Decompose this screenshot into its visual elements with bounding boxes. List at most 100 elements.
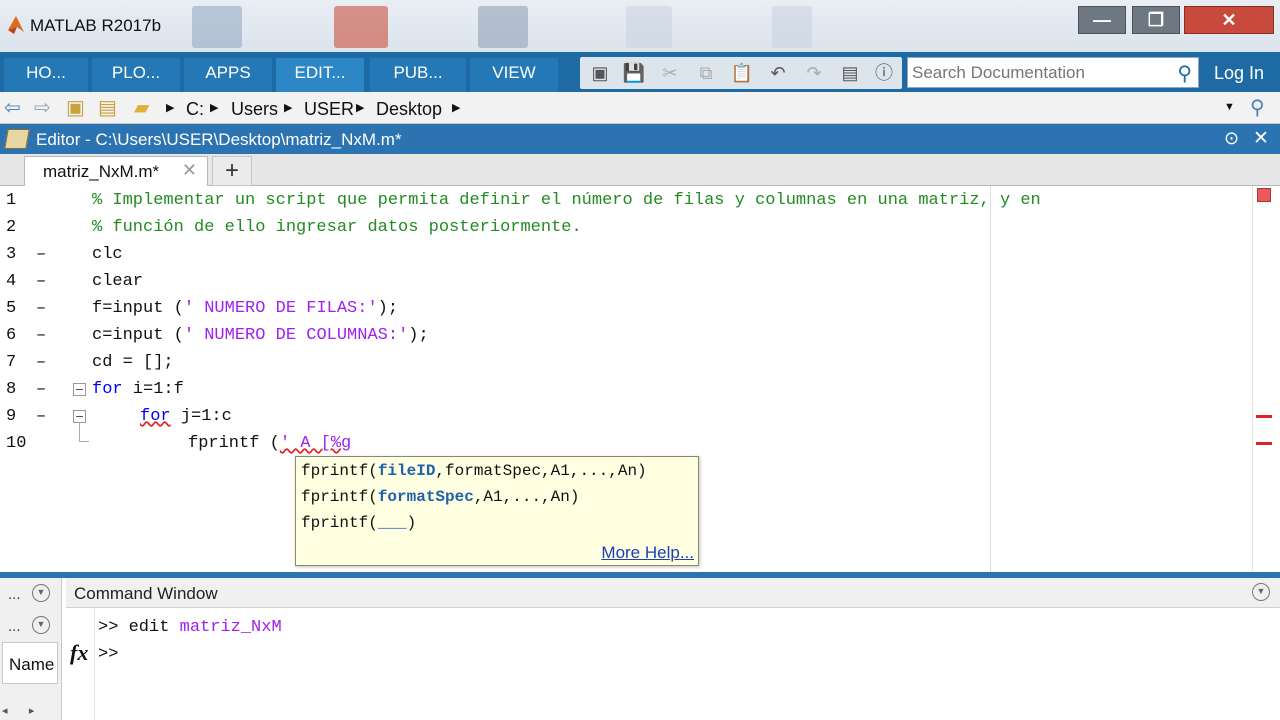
- panel-menu-icon[interactable]: ⊙: [1224, 128, 1239, 149]
- signature-arg: fileID: [377, 462, 436, 480]
- breakpoint-dash[interactable]: –: [36, 407, 46, 426]
- panel-menu-icon[interactable]: ▼: [32, 584, 50, 602]
- function-signature[interactable]: fprintf(___): [301, 514, 416, 532]
- line-number-gutter: 1 2 3 4 5 6 7 8 9 10 – – – – – – –: [0, 186, 70, 572]
- error-indicator-icon[interactable]: [1257, 188, 1271, 202]
- search-documentation-box[interactable]: ⚲: [907, 57, 1199, 88]
- path-segment[interactable]: Desktop: [376, 99, 442, 120]
- name-column-header[interactable]: Name: [2, 642, 58, 684]
- background-window-blur: [626, 6, 672, 48]
- paste-icon[interactable]: 📋: [730, 61, 754, 85]
- name-header-label: Name: [9, 655, 55, 674]
- code-fold-toggle[interactable]: [73, 410, 86, 423]
- code-line: % función de ello ingresar datos posteri…: [92, 218, 582, 237]
- command-window[interactable]: fx >> edit matriz_NxM >>: [66, 608, 1280, 720]
- code-string: ' A [%g: [279, 434, 352, 453]
- code-line: for j=1:c: [140, 407, 232, 426]
- file-tab-label: matriz_NxM.m*: [43, 162, 160, 181]
- tab-publish[interactable]: PUB...: [370, 58, 466, 92]
- workspace-panel: ... ▼ ... ▼ Name ◂ ▸: [0, 578, 62, 720]
- background-window-blur: [478, 6, 528, 48]
- panel-menu-icon[interactable]: ▼: [32, 616, 50, 634]
- save-icon[interactable]: 💾: [622, 61, 646, 85]
- redo-icon[interactable]: ↷: [802, 61, 826, 85]
- dropdown-arrow-icon[interactable]: ▼: [1224, 101, 1235, 113]
- browse-folder-icon[interactable]: ▤: [98, 97, 117, 119]
- code-line: for i=1:f: [92, 380, 184, 399]
- tab-view[interactable]: VIEW: [470, 58, 558, 92]
- help-icon[interactable]: ⓘ: [872, 61, 896, 85]
- login-link[interactable]: Log In: [1214, 63, 1264, 84]
- more-help-link[interactable]: More Help...: [601, 543, 694, 563]
- path-segment[interactable]: USER: [304, 99, 354, 120]
- breakpoint-dash[interactable]: –: [36, 380, 46, 399]
- message-bar[interactable]: [1252, 186, 1280, 572]
- signature-arg: ___: [377, 514, 407, 532]
- editor-pencil-icon: [4, 129, 30, 149]
- undo-icon[interactable]: ↶: [766, 61, 790, 85]
- breakpoint-dash[interactable]: –: [36, 299, 46, 318]
- tab-home[interactable]: HO...: [4, 58, 88, 92]
- maximize-button[interactable]: ❐: [1132, 6, 1180, 34]
- editor-tab-bar: matriz_NxM.m* ✕ +: [0, 154, 1280, 186]
- chevron-right-icon: ▶: [356, 102, 365, 114]
- forward-arrow-icon[interactable]: ⇨: [34, 97, 51, 119]
- line-number: 2: [6, 218, 17, 237]
- command-window-header: Command Window ▼: [66, 578, 1280, 608]
- up-folder-icon[interactable]: ▣: [66, 97, 85, 119]
- breakpoint-dash[interactable]: –: [36, 272, 46, 291]
- background-window-blur: [334, 6, 388, 48]
- panel-more-label[interactable]: ...: [8, 618, 21, 635]
- command-argument: matriz_NxM: [179, 618, 282, 637]
- search-icon[interactable]: ⚲: [1177, 61, 1192, 86]
- file-tab-matriz[interactable]: matriz_NxM.m* ✕: [24, 156, 208, 186]
- copy-icon[interactable]: ⧉: [694, 61, 718, 85]
- line-number: 10: [6, 434, 27, 453]
- code-line: c=input (' NUMERO DE COLUMNAS:');: [92, 326, 429, 345]
- tab-apps[interactable]: APPS: [184, 58, 272, 92]
- ribbon-tab-strip: HO... PLO... APPS EDIT... PUB... VIEW ▣ …: [0, 52, 1280, 92]
- error-marker[interactable]: [1256, 442, 1272, 445]
- tab-plots[interactable]: PLO...: [92, 58, 180, 92]
- tab-editor[interactable]: EDIT...: [276, 58, 364, 92]
- breakpoint-dash[interactable]: –: [36, 245, 46, 264]
- search-folder-icon[interactable]: ⚲: [1250, 97, 1265, 119]
- function-browser-icon[interactable]: fx: [70, 640, 88, 666]
- code-string: ' NUMERO DE COLUMNAS:': [183, 326, 409, 345]
- path-segment[interactable]: C:: [186, 99, 204, 120]
- cut-icon[interactable]: ✂: [658, 61, 682, 85]
- code-text: i=1:f: [122, 380, 184, 399]
- path-segment[interactable]: Users: [231, 99, 278, 120]
- code-text: );: [408, 326, 429, 345]
- signature-rest: ): [406, 514, 417, 532]
- close-icon[interactable]: ✕: [1253, 127, 1269, 150]
- breakpoint-dash[interactable]: –: [36, 326, 46, 345]
- close-window-button[interactable]: ✕: [1184, 6, 1274, 34]
- error-marker[interactable]: [1256, 415, 1272, 418]
- breakpoint-dash[interactable]: –: [36, 353, 46, 372]
- function-signature[interactable]: fprintf(formatSpec,A1,...,An): [301, 488, 579, 506]
- add-tab-button[interactable]: +: [212, 156, 252, 186]
- code-text: f=input (: [92, 299, 184, 318]
- panel-more-label[interactable]: ...: [8, 586, 21, 603]
- signature-arg: formatSpec: [377, 488, 474, 506]
- title-bar: MATLAB R2017b — ❐ ✕: [0, 0, 1280, 52]
- back-arrow-icon[interactable]: ⇦: [4, 97, 21, 119]
- code-fold-toggle[interactable]: [73, 383, 86, 396]
- search-input[interactable]: [912, 63, 1162, 83]
- signature-name: fprintf(: [301, 488, 378, 506]
- close-tab-icon[interactable]: ✕: [182, 160, 197, 181]
- panel-menu-icon[interactable]: ▼: [1252, 583, 1270, 601]
- function-signature[interactable]: fprintf(fileID,formatSpec,A1,...,An): [301, 462, 647, 480]
- editor-title: Editor - C:\Users\USER\Desktop\matriz_Nx…: [36, 130, 402, 149]
- code-line: cd = [];: [92, 353, 174, 372]
- minimize-button[interactable]: —: [1078, 6, 1126, 34]
- code-line: clear: [92, 272, 144, 291]
- horizontal-scroll-arrows[interactable]: ◂ ▸: [2, 704, 34, 717]
- switch-windows-icon[interactable]: ▤: [838, 61, 862, 85]
- command-prompt-line[interactable]: >>: [98, 645, 118, 664]
- new-file-icon[interactable]: ▣: [588, 61, 612, 85]
- code-line: % Implementar un script que permita defi…: [92, 191, 1041, 210]
- background-window-blur: [772, 6, 812, 48]
- command-window-title: Command Window: [74, 584, 218, 603]
